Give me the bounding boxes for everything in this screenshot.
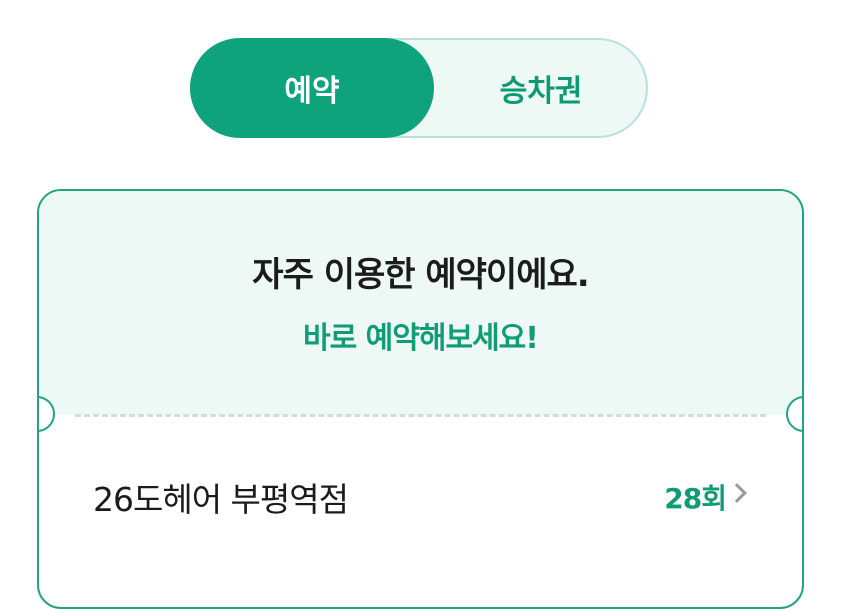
card-headline: 자주 이용한 예약이에요. bbox=[252, 255, 589, 295]
reservation-list-item[interactable]: 26도헤어 부평역점 28회 bbox=[39, 449, 802, 549]
tab-ticket[interactable]: 승차권 bbox=[434, 38, 648, 138]
frequent-reservation-card: 자주 이용한 예약이에요. 바로 예약해보세요! 26도헤어 부평역점 28회 bbox=[37, 189, 804, 609]
reservation-place-name: 26도헤어 부평역점 bbox=[93, 480, 349, 519]
ticket-divider bbox=[75, 414, 766, 417]
reservation-count: 28회 bbox=[664, 482, 727, 515]
chevron-right-icon bbox=[727, 483, 747, 503]
tab-reserve[interactable]: 예약 bbox=[190, 38, 434, 138]
card-subline: 바로 예약해보세요! bbox=[303, 321, 539, 356]
segmented-toggle: 예약 승차권 bbox=[190, 38, 648, 138]
card-header bbox=[39, 191, 802, 415]
